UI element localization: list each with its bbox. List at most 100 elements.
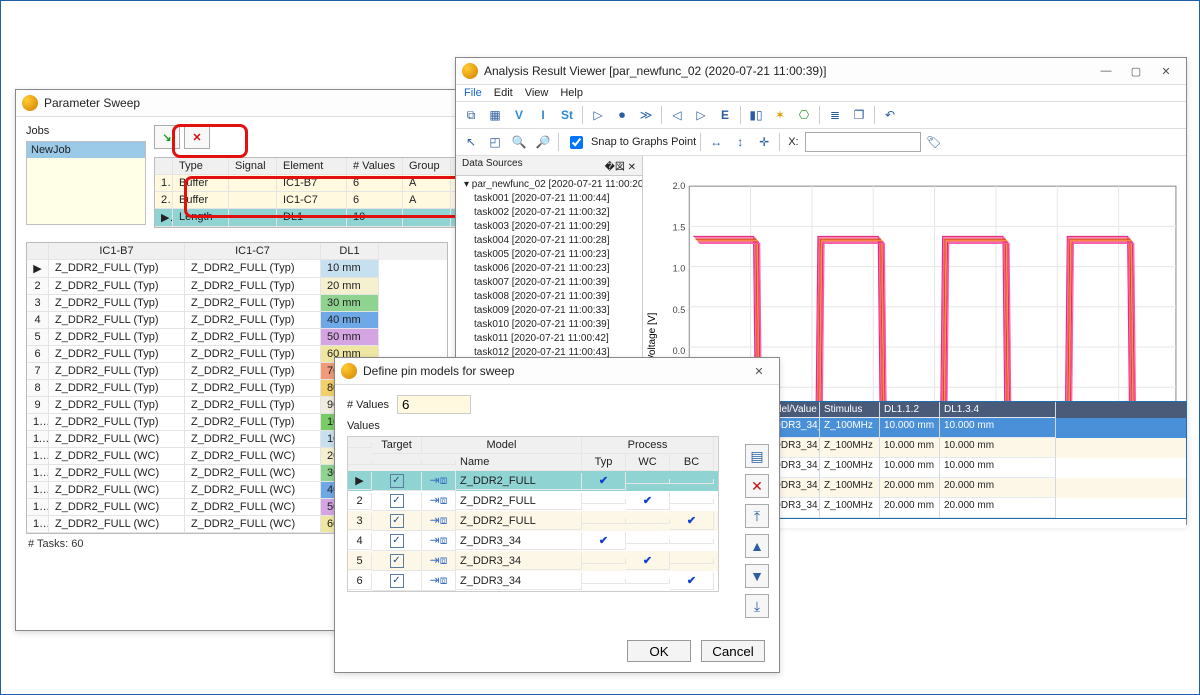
pin-model-row[interactable]: 4✓⇥⧈Z_DDR3_34✔	[348, 531, 718, 551]
svg-text:2.0: 2.0	[673, 181, 686, 191]
jobs-list-item[interactable]: NewJob	[27, 142, 145, 158]
grid-icon[interactable]: ▦	[484, 104, 506, 126]
hcursor-icon[interactable]: ↔	[705, 131, 727, 153]
nvalues-input[interactable]	[397, 395, 471, 414]
matrix-row[interactable]: 2Z_DDR2_FULL (Typ)Z_DDR2_FULL (Typ)20 mm	[27, 278, 447, 295]
matrix-row[interactable]: ▶Z_DDR2_FULL (Typ)Z_DDR2_FULL (Typ)10 mm	[27, 260, 447, 278]
dialog-title: Define pin models for sweep	[363, 364, 739, 378]
pin-values-grid[interactable]: Target Model Process Name Typ WC BC ▶✓⇥⧈…	[347, 436, 719, 592]
maximize-button[interactable]: ▢	[1122, 61, 1150, 81]
jobs-label: Jobs	[26, 125, 146, 137]
tag-icon[interactable]: 🏷	[923, 131, 945, 153]
prev-icon[interactable]: ◁	[666, 104, 688, 126]
app-icon	[462, 63, 478, 79]
v-icon[interactable]: V	[508, 104, 530, 126]
svg-text:0.0: 0.0	[673, 346, 686, 356]
svg-text:1.5: 1.5	[673, 222, 686, 232]
window-title: Analysis Result Viewer [par_newfunc_02 (…	[484, 64, 1086, 78]
matrix-row[interactable]: 4Z_DDR2_FULL (Typ)Z_DDR2_FULL (Typ)40 mm	[27, 312, 447, 329]
chart-icon[interactable]: ⧉	[460, 104, 482, 126]
task-item[interactable]: task002 [2020-07-21 11:00:32]	[456, 206, 642, 220]
x-label: X:	[784, 136, 802, 148]
zoom-area-icon[interactable]: ◰	[484, 131, 506, 153]
st-icon[interactable]: St	[556, 104, 578, 126]
close-button[interactable]: ✕	[1152, 61, 1180, 81]
delete-row-button[interactable]: ✕	[745, 474, 769, 498]
sweep-param-row[interactable]: ▶Length-DL11010	[155, 209, 481, 227]
task-item[interactable]: task007 [2020-07-21 11:00:39]	[456, 276, 642, 290]
menubar[interactable]: File Edit View Help	[456, 85, 1186, 102]
task-item[interactable]: task005 [2020-07-21 11:00:23]	[456, 248, 642, 262]
layers-icon[interactable]: ≣	[824, 104, 846, 126]
app-icon	[22, 95, 38, 111]
task-item[interactable]: task003 [2020-07-21 11:00:29]	[456, 220, 642, 234]
pin-model-row[interactable]: 5✓⇥⧈Z_DDR3_34✔	[348, 551, 718, 571]
undo-icon[interactable]: ↶	[879, 104, 901, 126]
menu-edit[interactable]: Edit	[494, 87, 513, 99]
delete-job-button[interactable]: ✕	[184, 125, 210, 149]
task-item[interactable]: task010 [2020-07-21 11:00:39]	[456, 318, 642, 332]
vcursor-icon[interactable]: ↕	[729, 131, 751, 153]
app-icon	[341, 363, 357, 379]
titlebar[interactable]: Analysis Result Viewer [par_newfunc_02 (…	[456, 58, 1186, 85]
cancel-button[interactable]: Cancel	[701, 640, 765, 662]
pin-model-row[interactable]: 2✓⇥⧈Z_DDR2_FULL✔	[348, 491, 718, 511]
values-label: Values	[347, 420, 767, 432]
sweep-param-row[interactable]: 2BufferIC1-C76A#6	[155, 192, 481, 209]
new-row-button[interactable]: ▤	[745, 444, 769, 468]
ds-title: Data Sources	[462, 158, 523, 173]
snap-label: Snap to Graphs Point	[591, 136, 696, 148]
sweep-param-row[interactable]: 1BufferIC1-B76A#6	[155, 175, 481, 192]
move-up-button[interactable]: ▲	[745, 534, 769, 558]
matrix-row[interactable]: 5Z_DDR2_FULL (Typ)Z_DDR2_FULL (Typ)50 mm	[27, 329, 447, 346]
move-down-button[interactable]: ▼	[745, 564, 769, 588]
i-icon[interactable]: I	[532, 104, 554, 126]
matrix-row[interactable]: 3Z_DDR2_FULL (Typ)Z_DDR2_FULL (Typ)30 mm	[27, 295, 447, 312]
apply-job-button[interactable]: ↘	[154, 125, 180, 149]
snap-checkbox[interactable]	[570, 136, 583, 149]
menu-view[interactable]: View	[525, 87, 549, 99]
minimize-button[interactable]: —	[1092, 61, 1120, 81]
svg-text:1.0: 1.0	[673, 264, 686, 274]
anchor-icon[interactable]: ⎔	[793, 104, 815, 126]
task-item[interactable]: task004 [2020-07-21 11:00:28]	[456, 234, 642, 248]
zoom-in-icon[interactable]: 🔍	[508, 131, 530, 153]
task-item[interactable]: task001 [2020-07-21 11:00:44]	[456, 192, 642, 206]
zoom-out-icon[interactable]: 🔎	[532, 131, 554, 153]
titlebar[interactable]: Define pin models for sweep ✕	[335, 358, 779, 385]
pin-model-row[interactable]: 3✓⇥⧈Z_DDR2_FULL✔	[348, 511, 718, 531]
task-item[interactable]: task011 [2020-07-21 11:00:42]	[456, 332, 642, 346]
ok-button[interactable]: OK	[627, 640, 691, 662]
toolbar-1: ⧉ ▦ V I St ▷ ⏺ ≫ ◁ ▷ E ▮▯ ✶ ⎔ ≣ ❐ ↶	[456, 102, 1186, 129]
ds-pin-icon[interactable]: �図 ✕	[605, 158, 636, 173]
move-bottom-button[interactable]: ⤓	[745, 594, 769, 618]
record-icon[interactable]: ⏺	[611, 104, 633, 126]
move-top-button[interactable]: ⤒	[745, 504, 769, 528]
define-pin-models-dialog: Define pin models for sweep ✕ # Values V…	[334, 357, 780, 673]
window-title: Parameter Sweep	[44, 96, 452, 110]
play-icon[interactable]: ▷	[587, 104, 609, 126]
task-item[interactable]: task006 [2020-07-21 11:00:23]	[456, 262, 642, 276]
toolbar-2: ↖ ◰ 🔍 🔎 Snap to Graphs Point ↔ ↕ ✛ X: 🏷	[456, 129, 1186, 156]
nvalues-label: # Values	[347, 399, 389, 411]
task-item[interactable]: task009 [2020-07-21 11:00:33]	[456, 304, 642, 318]
target-icon[interactable]: ✶	[769, 104, 791, 126]
new-window-icon[interactable]: ❐	[848, 104, 870, 126]
menu-help[interactable]: Help	[560, 87, 583, 99]
svg-text:0.5: 0.5	[673, 305, 686, 315]
menu-file[interactable]: File	[464, 87, 482, 99]
next-icon[interactable]: ▷	[690, 104, 712, 126]
marker1-icon[interactable]: ▮▯	[745, 104, 767, 126]
sweep-params-grid[interactable]: Type Signal Element # Values Group 1Buff…	[154, 157, 482, 228]
close-button[interactable]: ✕	[745, 361, 773, 381]
jobs-list[interactable]: NewJob	[26, 141, 146, 225]
pin-model-row[interactable]: 6✓⇥⧈Z_DDR3_34✔	[348, 571, 718, 591]
titlebar[interactable]: Parameter Sweep	[16, 90, 458, 117]
fast-icon[interactable]: ≫	[635, 104, 657, 126]
pin-model-row[interactable]: ▶✓⇥⧈Z_DDR2_FULL✔	[348, 471, 718, 491]
e-icon[interactable]: E	[714, 104, 736, 126]
x-value-input[interactable]	[805, 132, 921, 152]
cursor-icon[interactable]: ↖	[460, 131, 482, 153]
task-item[interactable]: task008 [2020-07-21 11:00:39]	[456, 290, 642, 304]
cross-cursor-icon[interactable]: ✛	[753, 131, 775, 153]
